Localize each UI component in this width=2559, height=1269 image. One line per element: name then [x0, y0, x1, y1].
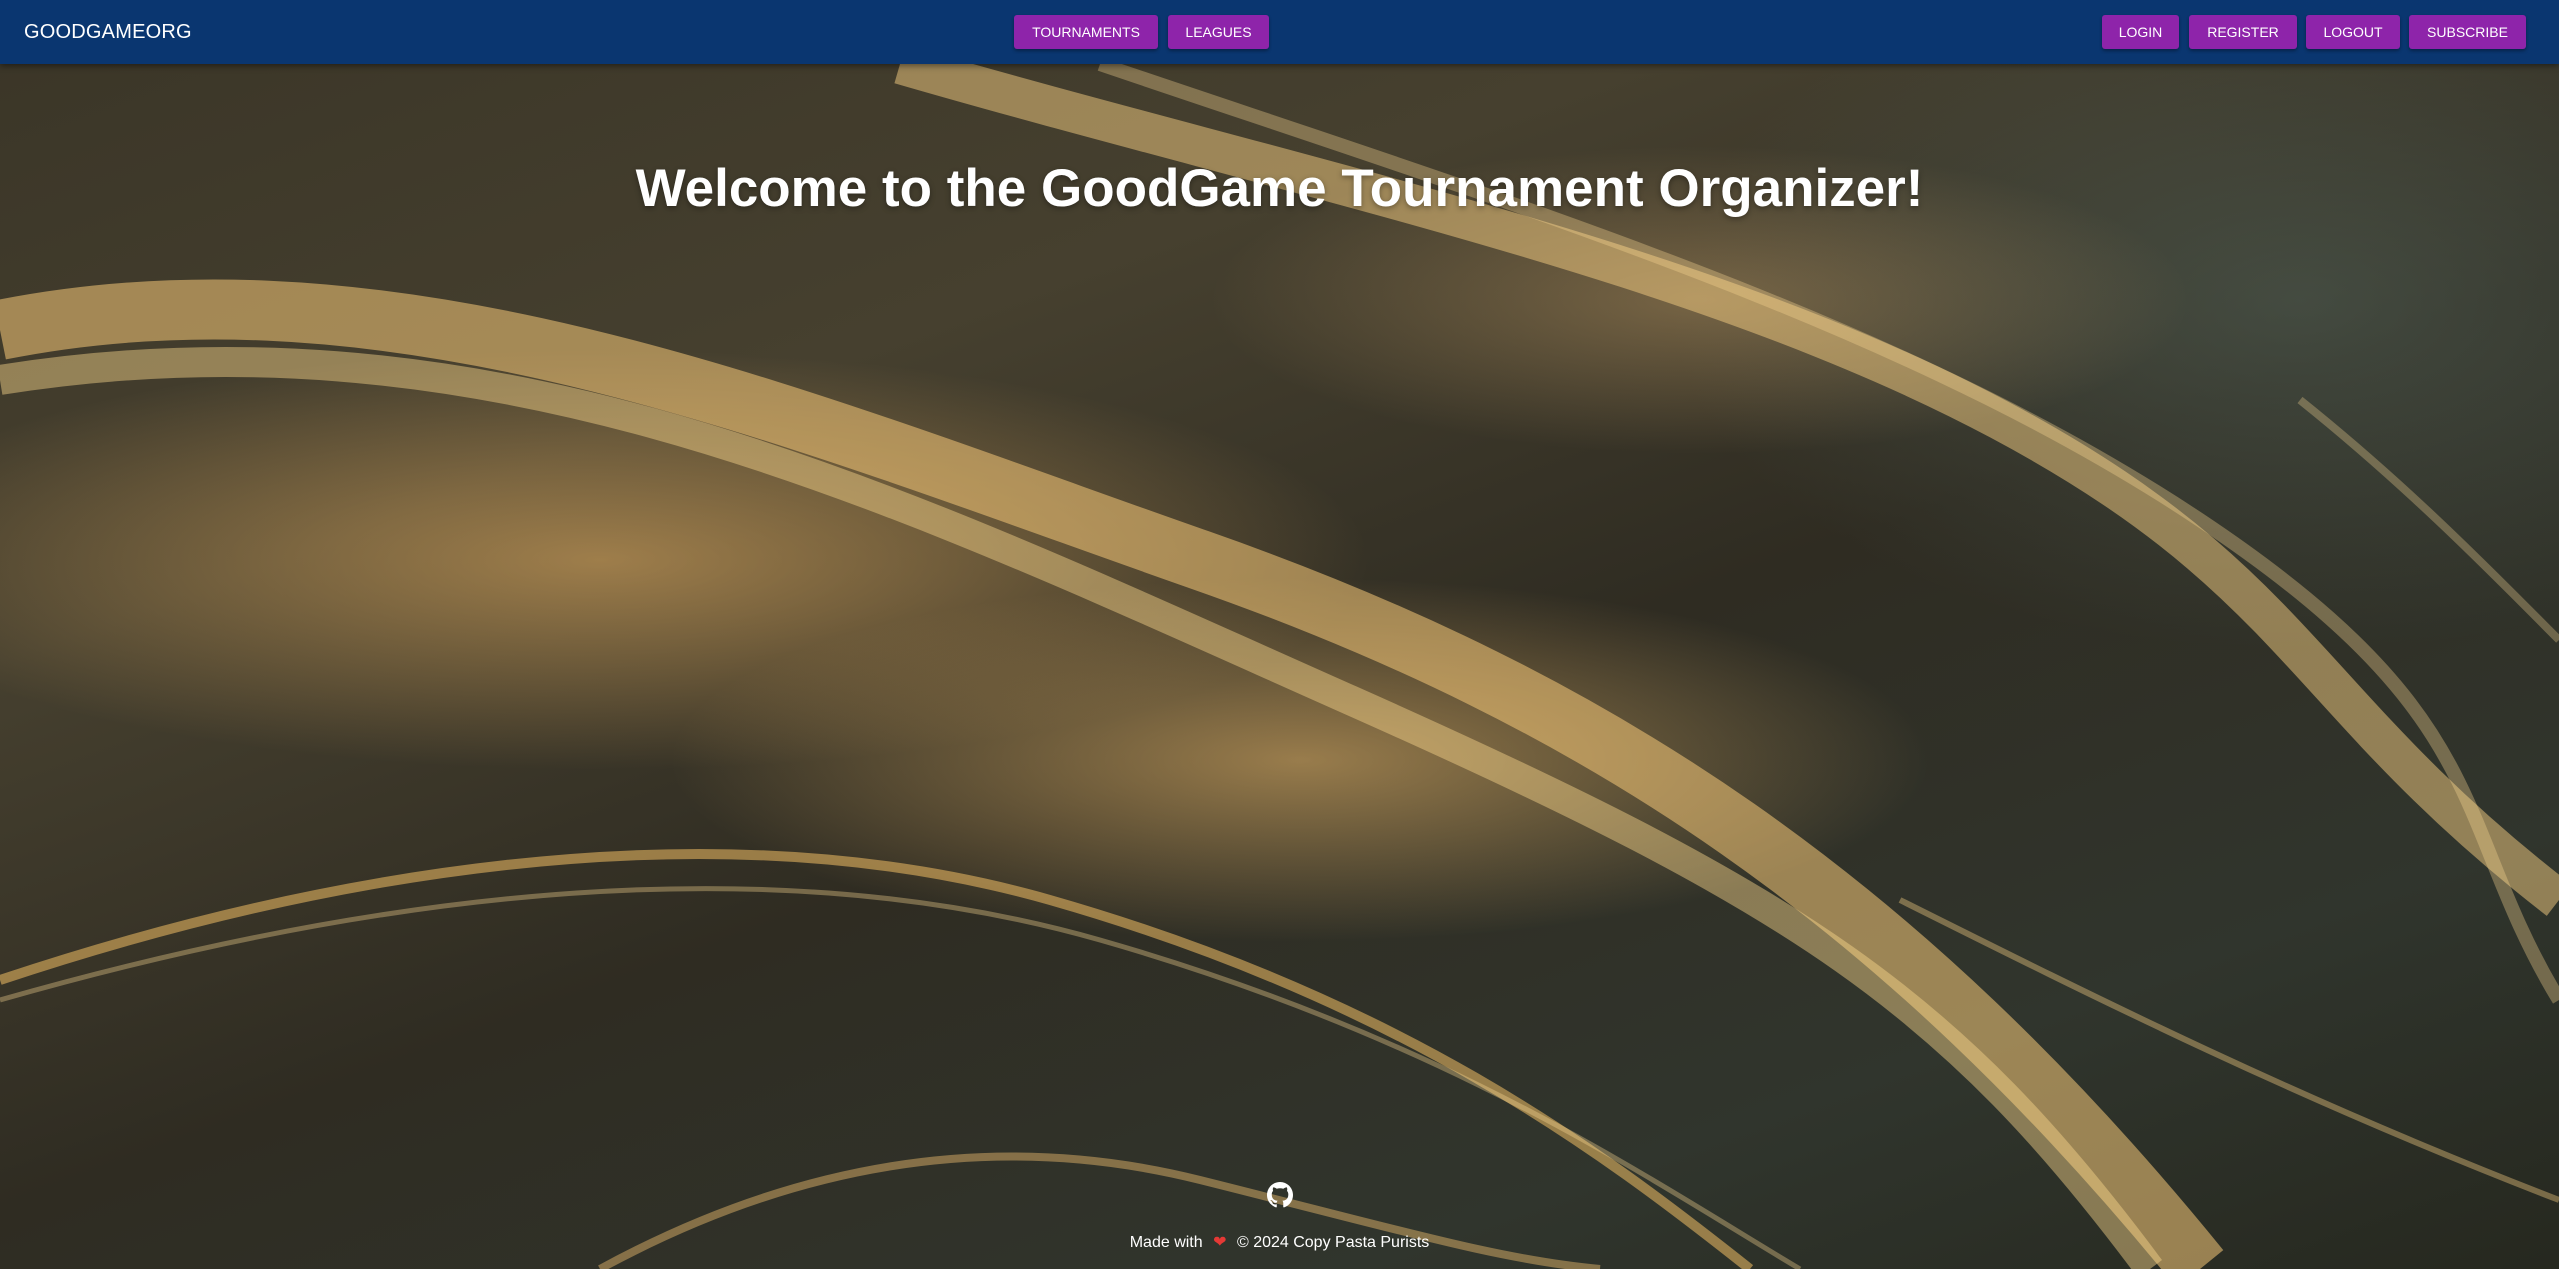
- made-with-text: Made with: [1129, 1234, 1203, 1251]
- tournaments-button[interactable]: TOURNAMENTS: [1014, 15, 1158, 49]
- logout-button[interactable]: LOGOUT: [2306, 15, 2400, 49]
- top-navbar: GOODGAMEORG TOURNAMENTS LEAGUES LOGIN RE…: [0, 0, 2559, 64]
- leagues-button[interactable]: LEAGUES: [1168, 15, 1269, 49]
- github-icon[interactable]: [1267, 1182, 1293, 1208]
- login-button[interactable]: LOGIN: [2102, 15, 2179, 49]
- brand-logo[interactable]: GOODGAMEORG: [24, 0, 192, 64]
- register-button[interactable]: REGISTER: [2189, 15, 2297, 49]
- copyright-text: © 2024 Copy Pasta Purists: [1236, 1234, 1430, 1251]
- heart-icon: ❤: [1213, 1234, 1227, 1251]
- page-title: Welcome to the GoodGame Tournament Organ…: [635, 159, 1924, 218]
- subscribe-button[interactable]: SUBSCRIBE: [2409, 15, 2526, 49]
- footer-credits: Made with ❤ © 2024 Copy Pasta Purists: [0, 1232, 2559, 1252]
